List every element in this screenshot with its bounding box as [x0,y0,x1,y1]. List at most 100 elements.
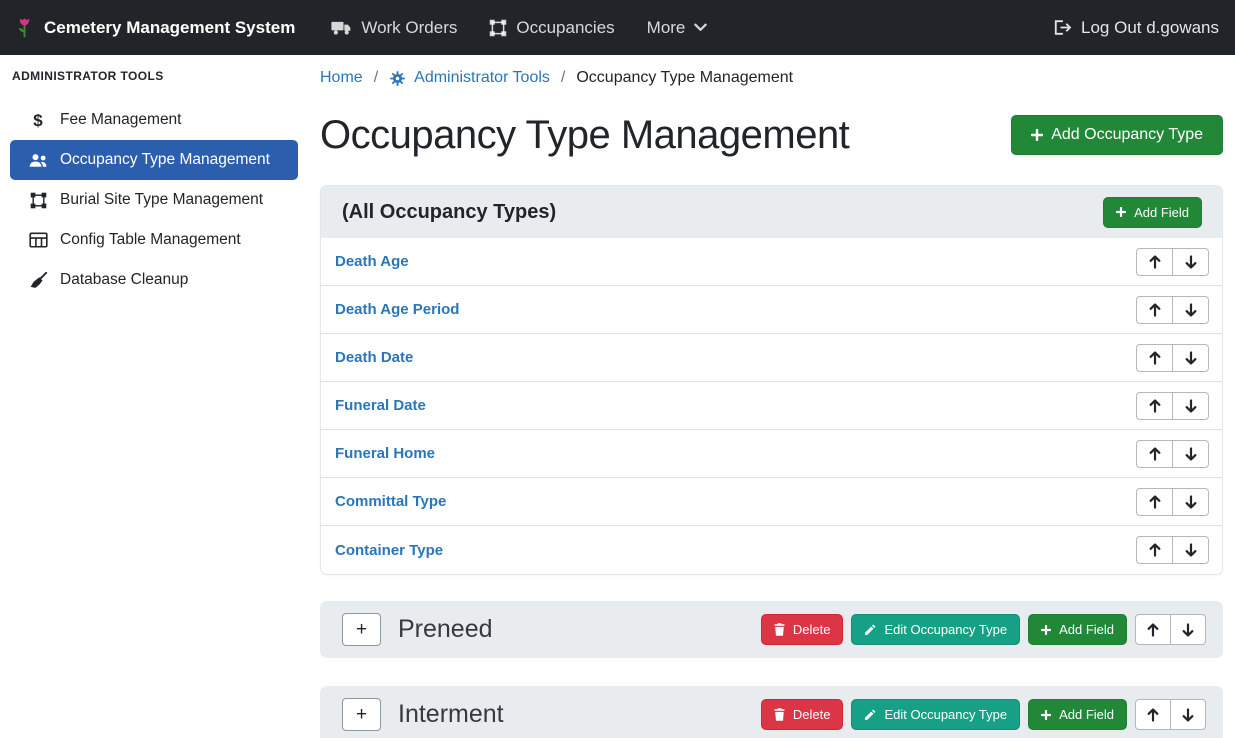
app-brand[interactable]: Cemetery Management System [14,16,295,39]
arrow-up-icon [1147,623,1159,637]
field-link[interactable]: Death Date [335,349,413,366]
move-up-button[interactable] [1135,699,1171,730]
field-link[interactable]: Committal Type [335,493,446,510]
chevron-down-icon [694,23,707,32]
all-occupancy-types-header: (All Occupancy Types) Add Field [321,186,1222,238]
sidebar-header: Administrator Tools [0,69,308,83]
field-link[interactable]: Funeral Home [335,445,435,462]
move-up-button[interactable] [1136,440,1173,468]
sidebar-item-label: Config Table Management [60,231,241,249]
move-down-button[interactable] [1172,440,1209,468]
logout-button[interactable]: Log Out d.gowans [1053,18,1219,38]
arrow-down-icon [1185,447,1197,461]
move-up-button[interactable] [1136,344,1173,372]
move-down-button[interactable] [1172,344,1209,372]
arrow-down-icon [1185,255,1197,269]
arrow-up-icon [1149,303,1161,317]
add-occupancy-type-button[interactable]: Add Occupancy Type [1011,115,1223,155]
delete-occupancy-type-button[interactable]: Delete [761,614,844,645]
field-row: Funeral Date [321,382,1222,430]
field-reorder-group [1136,440,1209,468]
app-title: Cemetery Management System [44,18,295,38]
add-field-label: Add Field [1134,205,1189,220]
broom-icon [26,272,50,289]
arrow-up-icon [1149,447,1161,461]
breadcrumb-separator: / [374,69,378,87]
field-link[interactable]: Funeral Date [335,397,426,414]
vector-square-icon [26,192,50,209]
plus-icon [1031,129,1043,141]
field-row: Committal Type [321,478,1222,526]
trash-icon [774,623,785,636]
arrow-up-icon [1149,495,1161,509]
move-up-button[interactable] [1136,536,1173,564]
vector-square-icon [489,19,507,37]
breadcrumb-admin-tools-label: Administrator Tools [414,69,550,87]
move-up-button[interactable] [1136,248,1173,276]
section-reorder-group [1135,614,1206,645]
gear-icon [389,70,406,87]
move-down-button[interactable] [1172,392,1209,420]
page-layout: Administrator Tools $ Fee Management Occ… [0,55,1235,738]
expand-section-button[interactable]: + [342,698,381,731]
field-row: Death Age Period [321,286,1222,334]
nav-work-orders-label: Work Orders [361,18,457,38]
delete-occupancy-type-button[interactable]: Delete [761,699,844,730]
move-down-button[interactable] [1172,296,1209,324]
arrow-down-icon [1182,623,1194,637]
edit-occupancy-type-button[interactable]: Edit Occupancy Type [851,614,1020,645]
add-field-button[interactable]: Add Field [1028,614,1127,645]
field-link[interactable]: Container Type [335,542,443,559]
nav-more-label: More [647,18,686,38]
plus-icon [1041,625,1051,635]
expand-section-button[interactable]: + [342,613,381,646]
sidebar-item-config-table-management[interactable]: Config Table Management [0,220,308,260]
arrow-down-icon [1182,708,1194,722]
breadcrumb-admin-tools-link[interactable]: Administrator Tools [389,69,550,87]
move-down-button[interactable] [1170,699,1206,730]
sidebar-item-label: Burial Site Type Management [60,191,263,209]
move-up-button[interactable] [1136,488,1173,516]
plus-icon [1041,710,1051,720]
dollar-icon: $ [26,112,50,129]
sidebar-list: $ Fee Management Occupancy Type Manageme… [0,100,308,300]
move-down-button[interactable] [1172,488,1209,516]
add-field-button[interactable]: Add Field [1103,197,1202,228]
sidebar-item-label: Database Cleanup [60,271,188,289]
nav-more[interactable]: More [647,18,708,38]
arrow-up-icon [1149,351,1161,365]
sidebar-item-database-cleanup[interactable]: Database Cleanup [0,260,308,300]
move-down-button[interactable] [1172,248,1209,276]
arrow-up-icon [1147,708,1159,722]
nav-work-orders[interactable]: Work Orders [331,18,457,38]
trash-icon [774,708,785,721]
sidebar-item-label: Occupancy Type Management [60,151,270,169]
breadcrumb-home-link[interactable]: Home [320,69,363,87]
field-list: Death Age Death Age Period [321,238,1222,574]
occupancy-type-section: + Preneed Delete Edit [320,601,1223,658]
move-down-button[interactable] [1170,614,1206,645]
move-up-button[interactable] [1135,614,1171,645]
section-title: Preneed [398,615,493,644]
move-up-button[interactable] [1136,296,1173,324]
arrow-down-icon [1185,351,1197,365]
all-occupancy-types-title: (All Occupancy Types) [342,201,556,224]
edit-occupancy-type-button[interactable]: Edit Occupancy Type [851,699,1020,730]
move-up-button[interactable] [1136,392,1173,420]
nav-occupancies[interactable]: Occupancies [489,18,614,38]
logout-label: Log Out d.gowans [1081,18,1219,38]
sidebar-item-burial-site-type-management[interactable]: Burial Site Type Management [0,180,308,220]
arrow-up-icon [1149,543,1161,557]
sidebar-item-occupancy-type-management[interactable]: Occupancy Type Management [10,140,298,180]
field-reorder-group [1136,488,1209,516]
occupancy-type-sections: + Preneed Delete Edit [320,601,1223,738]
arrow-down-icon [1185,543,1197,557]
edit-label: Edit Occupancy Type [884,707,1007,722]
sidebar-item-fee-management[interactable]: $ Fee Management [0,100,308,140]
field-link[interactable]: Death Age Period [335,301,459,318]
move-down-button[interactable] [1172,536,1209,564]
add-field-button[interactable]: Add Field [1028,699,1127,730]
plus-icon [1116,207,1126,217]
field-link[interactable]: Death Age [335,253,409,270]
field-reorder-group [1136,248,1209,276]
